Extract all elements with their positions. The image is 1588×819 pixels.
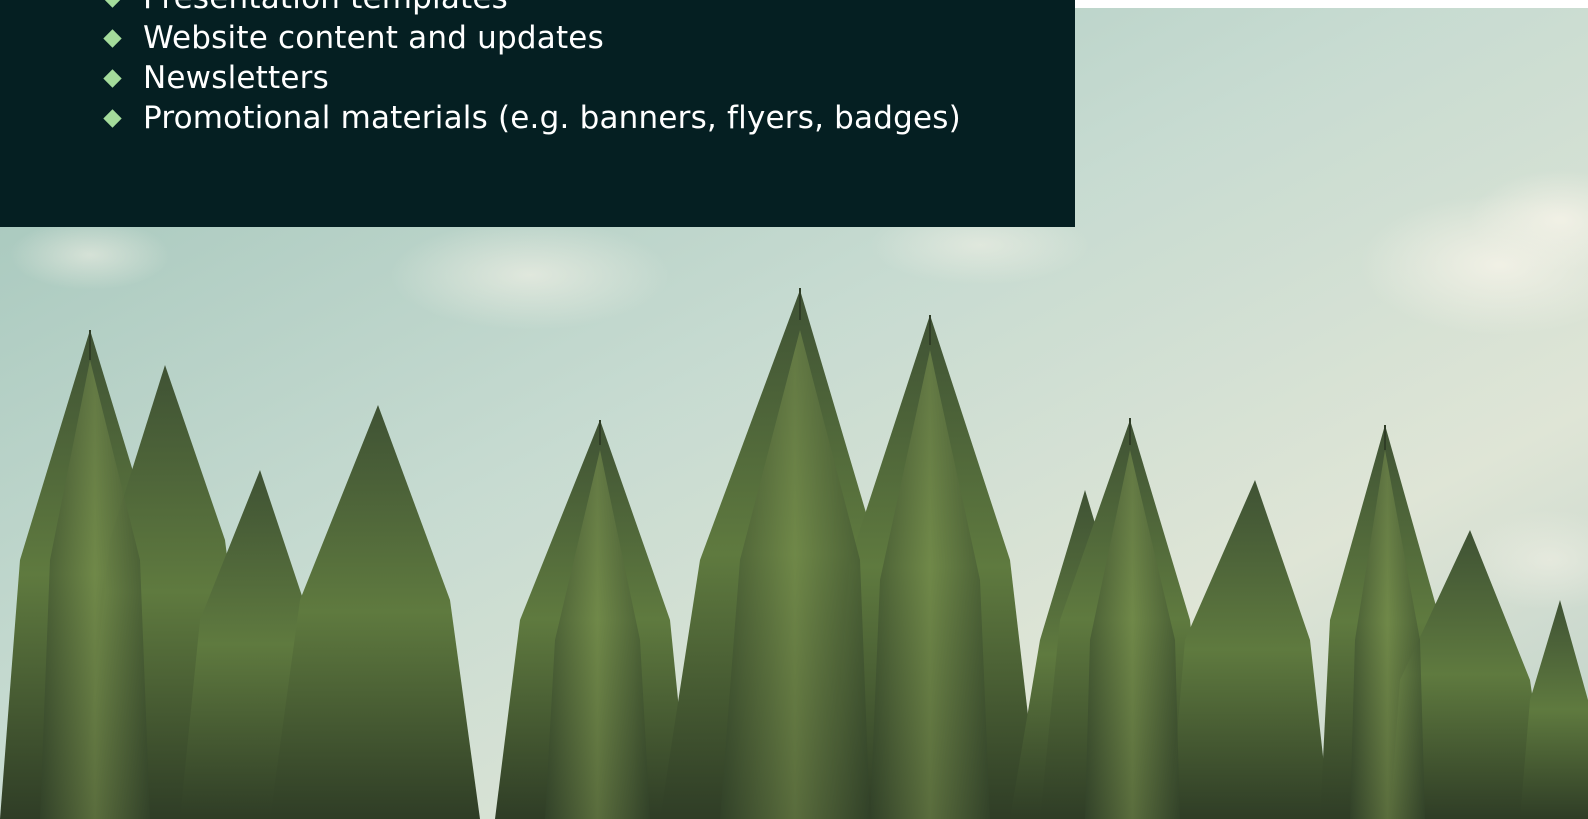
list-item-label: Promotional materials (e.g. banners, fly… [143,100,961,136]
top-white-strip [1075,0,1588,8]
diamond-bullet-icon [103,0,122,8]
list-item-label: Presentation templates [143,0,508,16]
services-list: Presentation templates Website content a… [103,0,961,138]
list-item-label: Newsletters [143,60,329,96]
diamond-bullet-icon [103,28,122,48]
diamond-bullet-icon [103,108,122,128]
list-item: Newsletters [103,58,961,98]
services-panel: Presentation templates Website content a… [0,0,1075,227]
list-item: Promotional materials (e.g. banners, fly… [103,98,961,138]
list-item: Presentation templates [103,0,961,18]
list-item: Website content and updates [103,18,961,58]
list-item-label: Website content and updates [143,20,604,56]
diamond-bullet-icon [103,68,122,88]
slide: Presentation templates Website content a… [0,0,1588,819]
